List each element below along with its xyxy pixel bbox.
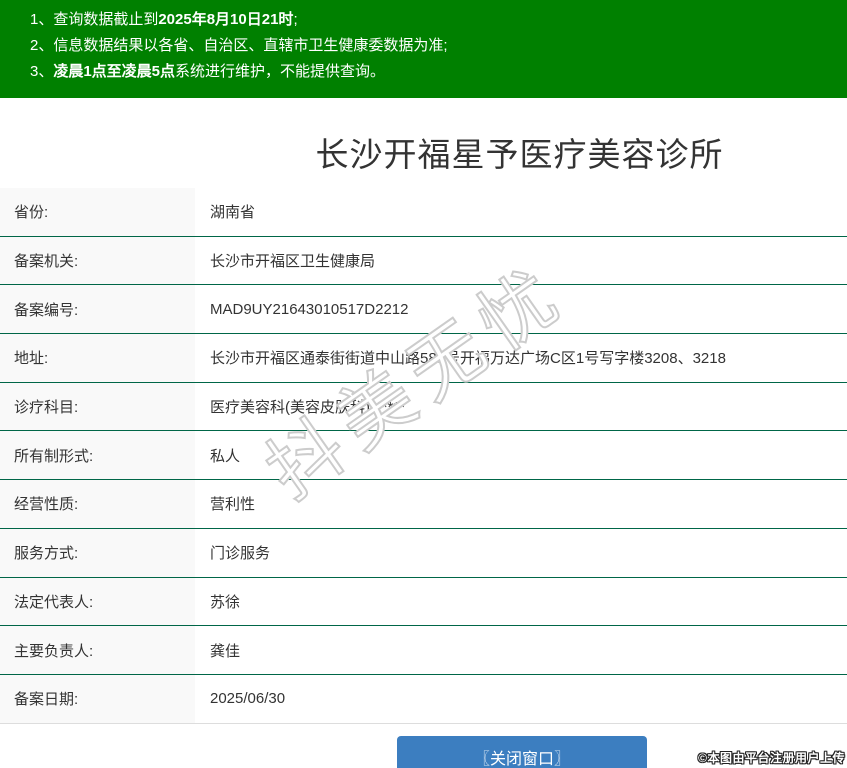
info-table: 省份: 湖南省 备案机关: 长沙市开福区卫生健康局 备案编号: MAD9UY21…	[0, 188, 847, 724]
close-window-button[interactable]: 〖关闭窗口〗	[397, 736, 647, 768]
table-row-treatment-subjects: 诊疗科目: 医疗美容科(美容皮肤科)******	[0, 383, 847, 432]
row-value: 湖南省	[195, 188, 847, 236]
row-label: 备案机关:	[0, 237, 195, 285]
page: 1、查询数据截止到2025年8月10日21时; 2、信息数据结果以各省、自治区、…	[0, 0, 847, 768]
notice-3-text: 系统进行维护，不能提供查询。	[175, 63, 385, 80]
notice-1-punct: ;	[293, 11, 297, 28]
row-value: 营利性	[195, 480, 847, 528]
row-value: 苏徐	[195, 578, 847, 626]
row-label: 诊疗科目:	[0, 383, 195, 431]
table-row-filing-date: 备案日期: 2025/06/30	[0, 675, 847, 724]
notice-3-number: 3、	[30, 63, 53, 80]
row-value: 门诊服务	[195, 529, 847, 577]
table-row-filing-number: 备案编号: MAD9UY21643010517D2212	[0, 285, 847, 334]
notice-line-3: 3、凌晨1点至凌晨5点系统进行维护，不能提供查询。	[30, 59, 847, 85]
notice-line-1: 1、查询数据截止到2025年8月10日21时;	[30, 7, 847, 33]
row-label: 备案日期:	[0, 675, 195, 723]
row-label: 省份:	[0, 188, 195, 236]
notice-line-2: 2、信息数据结果以各省、自治区、直辖市卫生健康委数据为准;	[30, 33, 847, 59]
row-value: 龚佳	[195, 626, 847, 674]
table-row-principal: 主要负责人: 龚佳	[0, 626, 847, 675]
table-row-legal-representative: 法定代表人: 苏徐	[0, 578, 847, 627]
notice-1-deadline: 2025年8月10日21时	[158, 11, 293, 28]
row-label: 服务方式:	[0, 529, 195, 577]
row-value: 长沙市开福区通泰街街道中山路589号开福万达广场C区1号写字楼3208、3218	[195, 334, 847, 382]
notice-banner: 1、查询数据截止到2025年8月10日21时; 2、信息数据结果以各省、自治区、…	[0, 0, 847, 98]
copyright-watermark: ©本图由平台注册用户上传	[698, 749, 845, 766]
row-value: 2025/06/30	[195, 675, 847, 723]
row-label: 地址:	[0, 334, 195, 382]
notice-3-maintenance-window: 凌晨1点至凌晨5点	[53, 63, 175, 80]
page-title: 长沙开福星予医疗美容诊所	[96, 128, 847, 176]
row-label: 经营性质:	[0, 480, 195, 528]
row-value: MAD9UY21643010517D2212	[195, 285, 847, 333]
row-value: 医疗美容科(美容皮肤科)******	[195, 383, 847, 431]
table-row-ownership-type: 所有制形式: 私人	[0, 431, 847, 480]
row-label: 备案编号:	[0, 285, 195, 333]
table-row-filing-authority: 备案机关: 长沙市开福区卫生健康局	[0, 237, 847, 286]
notice-1-text: 1、查询数据截止到	[30, 11, 158, 28]
row-label: 主要负责人:	[0, 626, 195, 674]
table-row-address: 地址: 长沙市开福区通泰街街道中山路589号开福万达广场C区1号写字楼3208、…	[0, 334, 847, 383]
table-row-province: 省份: 湖南省	[0, 188, 847, 237]
row-value: 长沙市开福区卫生健康局	[195, 237, 847, 285]
table-row-service-mode: 服务方式: 门诊服务	[0, 529, 847, 578]
notice-2-text: 2、信息数据结果以各省、自治区、直辖市卫生健康委数据为准;	[30, 37, 448, 54]
table-row-business-nature: 经营性质: 营利性	[0, 480, 847, 529]
row-value: 私人	[195, 431, 847, 479]
row-label: 所有制形式:	[0, 431, 195, 479]
row-label: 法定代表人:	[0, 578, 195, 626]
